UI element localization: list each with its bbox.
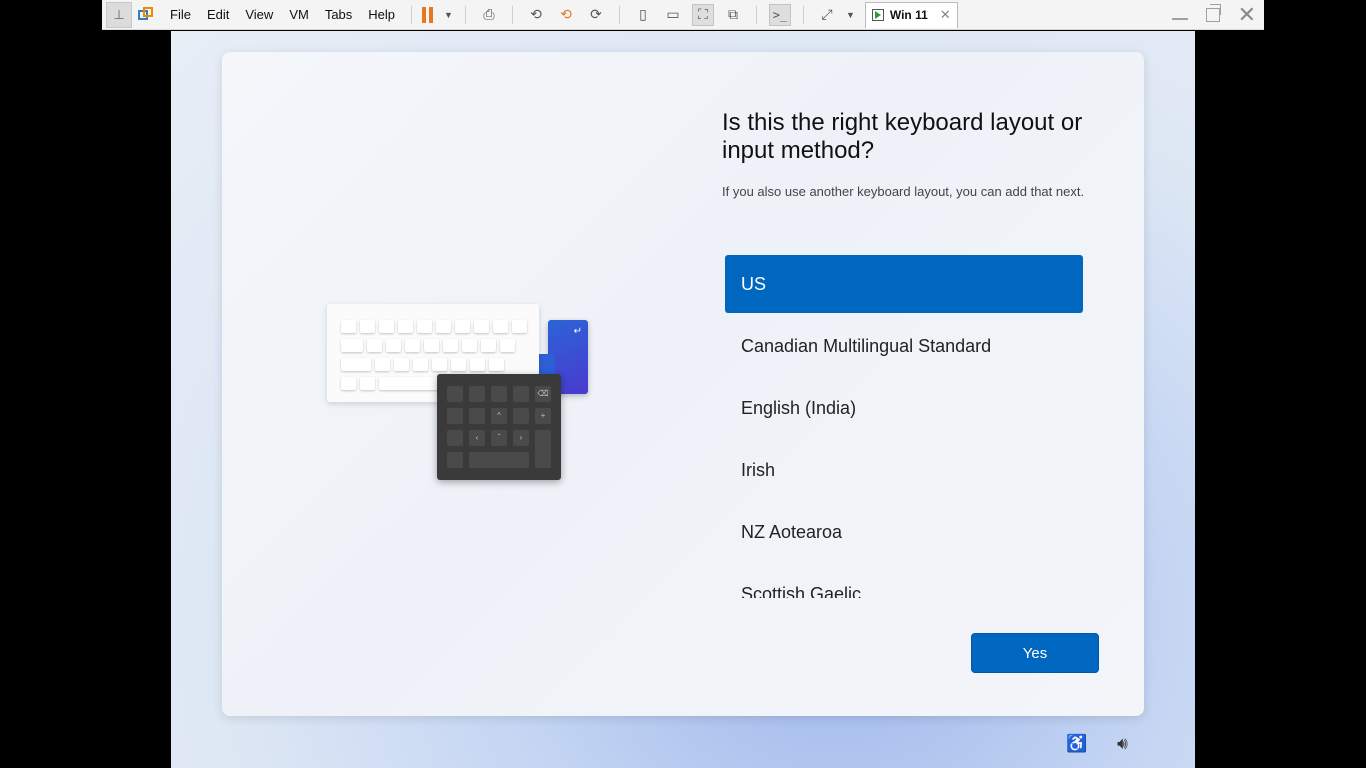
unity-icon[interactable]: ⧉ (722, 4, 744, 26)
chevron-down-icon[interactable]: ▼ (846, 10, 855, 20)
pin-icon[interactable]: ⊥ (106, 1, 132, 28)
restore-icon[interactable] (1205, 3, 1221, 22)
keyboard-layout-list[interactable]: US Canadian Multilingual Standard Englis… (725, 255, 1083, 598)
pause-icon[interactable] (422, 6, 436, 23)
console-icon[interactable]: >_ (768, 3, 791, 26)
layout-option-nz-aotearoa[interactable]: NZ Aotearoa (725, 503, 1083, 561)
snapshot-icon[interactable]: ⟲ (525, 4, 547, 26)
volume-icon[interactable]: 🔊︎ (1117, 734, 1128, 754)
menu-tabs[interactable]: Tabs (317, 0, 360, 30)
list-item-label: Scottish Gaelic (741, 583, 862, 599)
list-item-label: English (India) (741, 397, 857, 418)
revert-icon[interactable]: ⟲ (555, 4, 577, 26)
sidebar-icon[interactable]: ▯ (632, 4, 654, 26)
vm-running-icon (871, 9, 884, 21)
fullscreen-icon[interactable]: ⤢ (816, 4, 838, 26)
minimize-icon[interactable] (1171, 17, 1188, 20)
vm-screen: ↵ ⌫ ^ + ‹ ˇ › Is this the right keyboard… (171, 31, 1195, 768)
keyboard-illustration: ↵ ⌫ ^ + ‹ ˇ › (327, 304, 589, 484)
chevron-down-icon[interactable]: ▼ (444, 10, 453, 20)
toolbar-divider (464, 5, 466, 24)
oobe-card: ↵ ⌫ ^ + ‹ ˇ › Is this the right keyboard… (222, 52, 1144, 716)
tab-label: Win 11 (889, 8, 928, 22)
page-title: Is this the right keyboard layout or inp… (722, 109, 1083, 164)
toolbar-divider (511, 5, 513, 24)
menu-vm[interactable]: VM (281, 0, 317, 30)
vmware-logo-icon (138, 6, 154, 23)
thumbnail-bar-icon[interactable]: ▭ (662, 4, 684, 26)
vmware-toolbar: ⊥ File Edit View VM Tabs Help ▼ ⎙ ⟲ ⟲ ⟳ … (102, 0, 1264, 30)
snapshot-manager-icon[interactable]: ⟳ (585, 4, 607, 26)
numpad-graphic: ⌫ ^ + ‹ ˇ › (437, 374, 561, 480)
list-item-label: Irish (741, 459, 776, 480)
send-keys-icon[interactable]: ⎙ (478, 4, 500, 26)
layout-option-us[interactable]: US (725, 255, 1083, 313)
toolbar-divider (755, 5, 757, 24)
toolbar-divider (802, 5, 804, 24)
toolbar-divider (411, 5, 413, 24)
list-item-label: US (741, 273, 767, 294)
tab-vm[interactable]: Win 11 ✕ (864, 1, 958, 28)
layout-option-english-india[interactable]: English (India) (725, 379, 1083, 437)
menu-view[interactable]: View (237, 0, 281, 30)
menu-help[interactable]: Help (360, 0, 403, 30)
accessibility-icon[interactable]: ♿ (1066, 734, 1087, 754)
yes-button[interactable]: Yes (971, 633, 1099, 673)
menu-file[interactable]: File (162, 0, 199, 30)
fit-guest-icon[interactable]: ⛶ (691, 3, 714, 26)
close-icon[interactable]: ✕ (940, 7, 951, 23)
list-item-label: NZ Aotearoa (741, 521, 843, 542)
close-window-icon[interactable]: ✕ (1238, 3, 1256, 25)
toolbar-divider (618, 5, 620, 24)
window-controls: ✕ (1171, 3, 1256, 25)
list-item-label: Canadian Multilingual Standard (741, 335, 992, 356)
page-subtitle: If you also use another keyboard layout,… (722, 184, 1085, 199)
layout-option-canadian-multilingual[interactable]: Canadian Multilingual Standard (725, 317, 1083, 375)
menu-edit[interactable]: Edit (199, 0, 237, 30)
layout-option-irish[interactable]: Irish (725, 441, 1083, 499)
bottom-icons: ♿ 🔊︎ (1066, 734, 1128, 754)
layout-option-scottish-gaelic[interactable]: Scottish Gaelic (725, 565, 1083, 599)
